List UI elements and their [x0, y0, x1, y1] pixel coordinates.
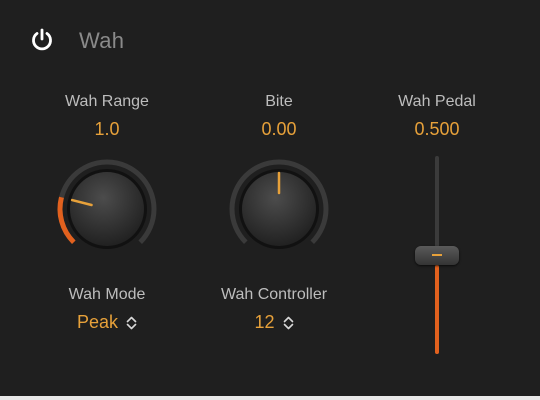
- wah-pedal-label: Wah Pedal: [398, 93, 476, 110]
- wah-mode-select[interactable]: Peak: [17, 312, 197, 333]
- bite-label: Bite: [265, 93, 293, 110]
- wah-pedal-value[interactable]: 0.500: [347, 119, 527, 140]
- wah-range-knob[interactable]: [55, 157, 159, 261]
- plugin-title: Wah: [79, 28, 125, 53]
- chevron-updown-icon: [126, 316, 137, 330]
- chevron-updown-icon: [283, 316, 293, 330]
- wah-range-value[interactable]: 1.0: [17, 119, 197, 140]
- wah-range-label: Wah Range: [65, 93, 149, 110]
- bite-knob[interactable]: [227, 157, 331, 261]
- bottom-border: [0, 396, 540, 400]
- wah-pedal-handle-mark: [432, 254, 442, 256]
- wah-pedal-handle[interactable]: [415, 246, 459, 265]
- wah-controller-label: Wah Controller: [220, 286, 328, 303]
- wah-plugin-panel: Wah Wah Range 1.0 Bite 0.00 Wah Pedal 0.…: [0, 0, 540, 397]
- wah-mode-selected: Peak: [76, 312, 119, 332]
- wah-controller-select[interactable]: 12: [184, 312, 364, 333]
- wah-pedal-fill: [435, 265, 439, 354]
- wah-mode-label: Wah Mode: [68, 286, 146, 303]
- power-icon[interactable]: [28, 26, 56, 54]
- knob-body: [70, 172, 144, 246]
- bite-value[interactable]: 0.00: [189, 119, 369, 140]
- wah-controller-selected: 12: [254, 312, 275, 332]
